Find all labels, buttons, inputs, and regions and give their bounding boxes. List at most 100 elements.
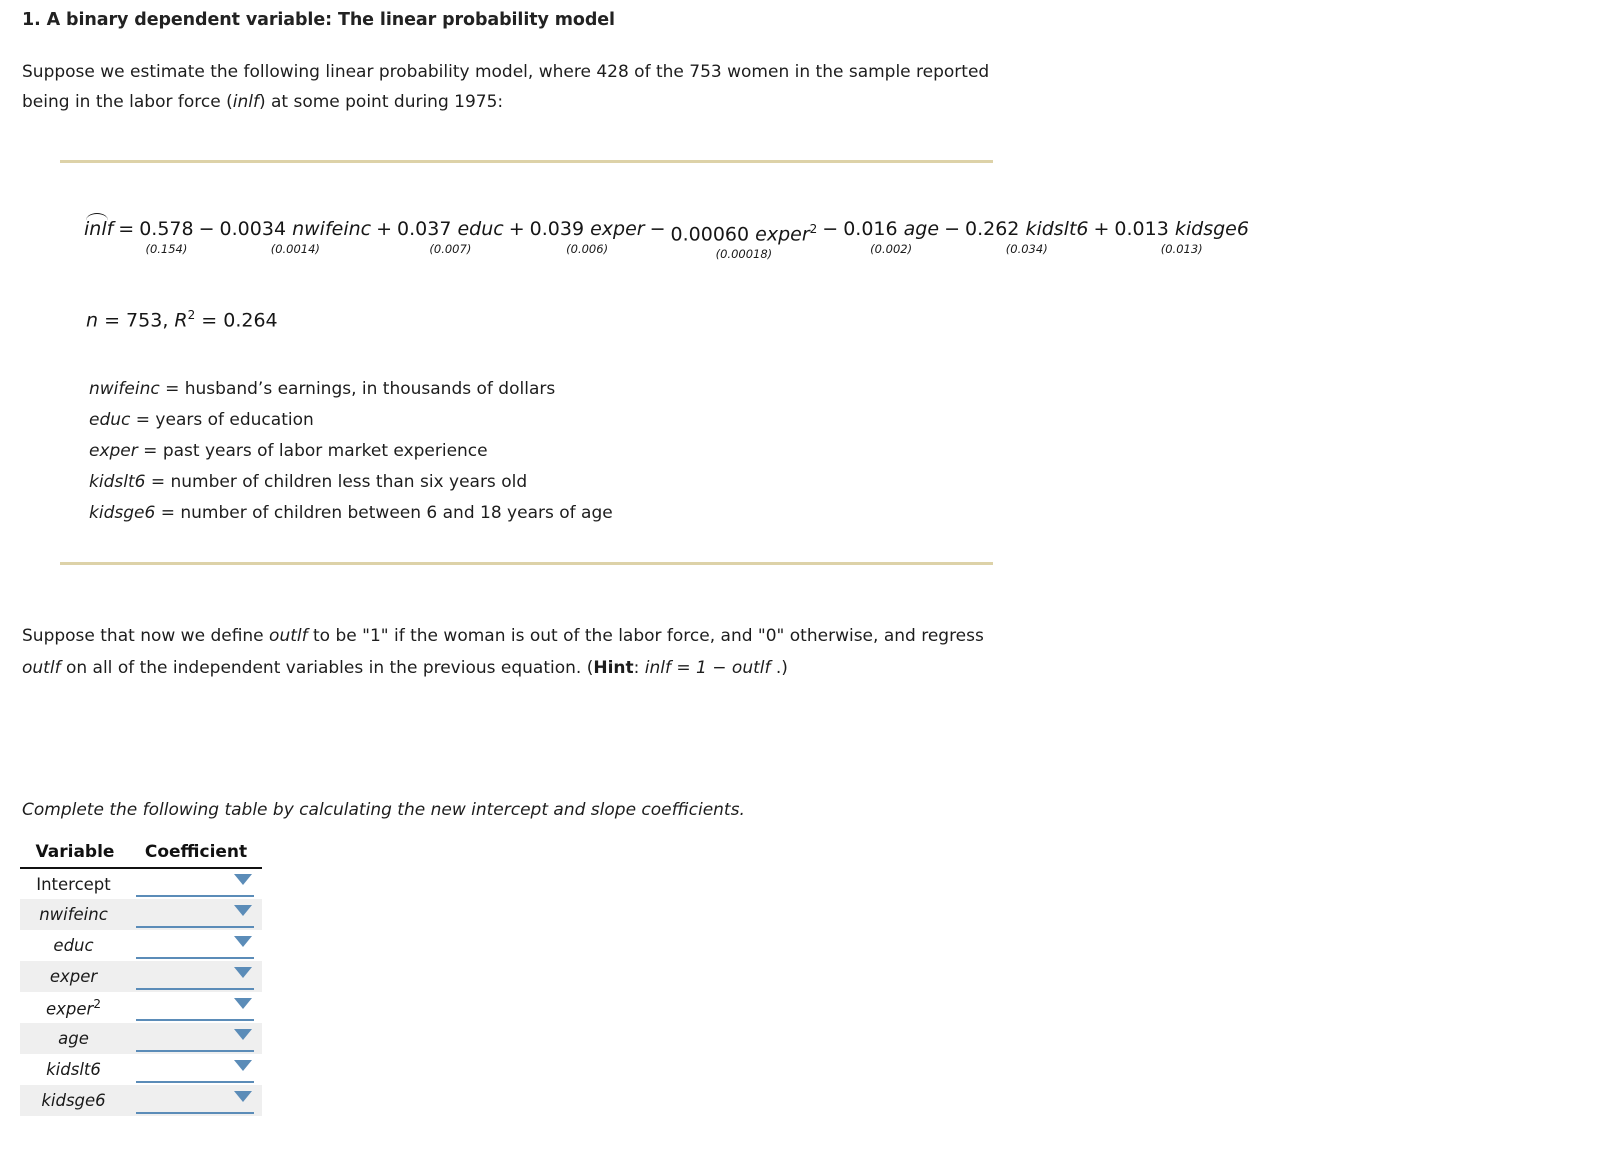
intro-line-2-prefix: being in the labor force ( <box>22 92 233 112</box>
standard-error: (0.013) <box>1160 242 1203 256</box>
r2-value: 0.264 <box>223 309 278 332</box>
coefficient-value: 0.578 <box>139 218 194 240</box>
hint-label: Hint <box>593 658 634 678</box>
followup-text-3: on all of the independent variables in t… <box>60 658 594 678</box>
table-header-row: Variable Coefficient <box>20 840 262 869</box>
chevron-down-icon <box>234 935 252 947</box>
exponent: 2 <box>93 996 101 1011</box>
column-header-coefficient: Coefficient <box>130 840 262 869</box>
definition-item: nwifeinc = husband’s earnings, in thousa… <box>89 374 613 405</box>
variable-name: educ <box>457 218 504 240</box>
table-row: nwifeinc <box>20 899 262 930</box>
regression-equation: inlf = 0.578 (0.154) − 0.0034 nwifeinc (… <box>84 213 1249 261</box>
n-label: n <box>86 309 99 332</box>
equation-term-nwifeinc: 0.0034 nwifeinc (0.0014) <box>220 218 372 256</box>
row-variable-educ: educ <box>53 936 94 955</box>
equation-lhs: inlf <box>84 213 113 256</box>
variable-name: kidsge6 <box>1174 218 1249 240</box>
intro-line-2-suffix: ) at some point during 1975: <box>258 92 504 112</box>
operator-sign: + <box>1093 218 1110 240</box>
standard-error: (0.0014) <box>270 242 320 256</box>
row-variable-exper: exper <box>20 961 130 992</box>
divider-bottom <box>60 562 993 565</box>
definition-variable: educ <box>89 410 131 430</box>
coefficient-dropdown-age[interactable] <box>136 1026 254 1052</box>
coefficient-cell <box>130 868 262 899</box>
coefficient-cell <box>130 992 262 1023</box>
chevron-down-icon <box>234 1090 252 1102</box>
followup-text-5: .) <box>770 658 788 678</box>
standard-error: (0.006) <box>566 242 609 256</box>
followup-variable-outlf-2: outlf <box>22 658 61 678</box>
table-row: Intercept <box>20 868 262 899</box>
definition-item: kidslt6 = number of children less than s… <box>89 467 613 498</box>
sample-statistics: n = 753, R2 = 0.264 <box>86 308 278 332</box>
row-variable-age: age <box>20 1023 130 1054</box>
intro-variable-inlf: inlf <box>232 92 259 112</box>
equation-line: inlf = 0.578 (0.154) − 0.0034 nwifeinc (… <box>84 213 1249 261</box>
operator-sign: − <box>822 218 839 240</box>
coefficient-dropdown-educ[interactable] <box>136 933 254 959</box>
variable-name: age <box>903 218 940 240</box>
row-variable-exper-squared: exper2 <box>46 996 101 1019</box>
table-row: exper <box>20 961 262 992</box>
coefficient-dropdown-kidslt6[interactable] <box>136 1057 254 1083</box>
column-header-variable: Variable <box>20 840 130 869</box>
coefficient-cell <box>130 1085 262 1116</box>
equation-term-exper-squared: 0.00060 exper2 (0.00018) <box>671 218 818 261</box>
equation-term-age: 0.016 age (0.002) <box>843 218 939 256</box>
table-body: Intercept nwifeinc educ exper exper2 age… <box>20 868 262 1116</box>
standard-error: (0.034) <box>1005 242 1048 256</box>
table-header: Variable Coefficient <box>20 840 262 869</box>
hint-equation: inlf = 1 − outlf <box>644 658 771 678</box>
operator-sign: − <box>649 218 666 240</box>
table-row: exper2 <box>20 992 262 1023</box>
coefficient-value: 0.039 <box>529 218 585 240</box>
exercise-page: 1. A binary dependent variable: The line… <box>0 0 1616 1170</box>
chevron-down-icon <box>234 966 252 978</box>
coefficient-value: 0.0034 <box>219 218 287 240</box>
definition-variable: kidslt6 <box>89 472 146 492</box>
coefficient-dropdown-exper-squared[interactable] <box>136 995 254 1021</box>
r2-label: R <box>174 309 188 332</box>
exponent: 2 <box>809 222 818 236</box>
variable-name: exper <box>590 218 645 240</box>
variable-name: nwifeinc <box>292 218 372 240</box>
coefficient-dropdown-intercept[interactable] <box>136 871 254 897</box>
coefficient-dropdown-nwifeinc[interactable] <box>136 902 254 928</box>
standard-error: (0.007) <box>429 242 472 256</box>
definition-item: kidsge6 = number of children between 6 a… <box>89 498 613 529</box>
coefficient-dropdown-kidsge6[interactable] <box>136 1088 254 1114</box>
table-caption: Complete the following table by calculat… <box>22 800 745 820</box>
coefficient-value: 0.262 <box>964 218 1020 240</box>
definition-item: exper = past years of labor market exper… <box>89 436 613 467</box>
intro-paragraph: Suppose we estimate the following linear… <box>22 57 1052 117</box>
table-row: educ <box>20 930 262 961</box>
equation-term-exper: 0.039 exper (0.006) <box>530 218 645 256</box>
n-value: 753 <box>126 309 163 332</box>
definition-text: = past years of labor market experience <box>143 441 488 461</box>
chevron-down-icon <box>234 904 252 916</box>
standard-error: (0.002) <box>870 242 913 256</box>
variable-name: exper <box>755 223 810 246</box>
chevron-down-icon <box>234 1028 252 1040</box>
definition-variable: kidsge6 <box>89 503 156 523</box>
coefficient-value: 0.037 <box>397 218 452 240</box>
equation-term-intercept: 0.578 (0.154) <box>139 218 193 256</box>
coefficient-value: 0.00060 <box>670 223 750 246</box>
coefficient-dropdown-exper[interactable] <box>136 964 254 990</box>
coefficient-cell <box>130 961 262 992</box>
row-variable-kidsge6: kidsge6 <box>20 1085 130 1116</box>
variable-definitions: nwifeinc = husband’s earnings, in thousa… <box>89 374 613 529</box>
operator-sign: + <box>508 218 525 240</box>
coefficient-cell <box>130 1054 262 1085</box>
definition-text: = number of children less than six years… <box>150 472 528 492</box>
chevron-down-icon <box>234 874 252 885</box>
equation-term-kidsge6: 0.013 kidsge6 (0.013) <box>1114 218 1249 256</box>
table-row: kidslt6 <box>20 1054 262 1085</box>
coefficient-value: 0.013 <box>1114 218 1169 240</box>
page-title: 1. A binary dependent variable: The line… <box>22 10 615 30</box>
followup-text-2: to be "1" if the woman is out of the lab… <box>307 626 984 646</box>
chevron-down-icon <box>234 997 252 1009</box>
equals-sign: = <box>118 218 135 240</box>
